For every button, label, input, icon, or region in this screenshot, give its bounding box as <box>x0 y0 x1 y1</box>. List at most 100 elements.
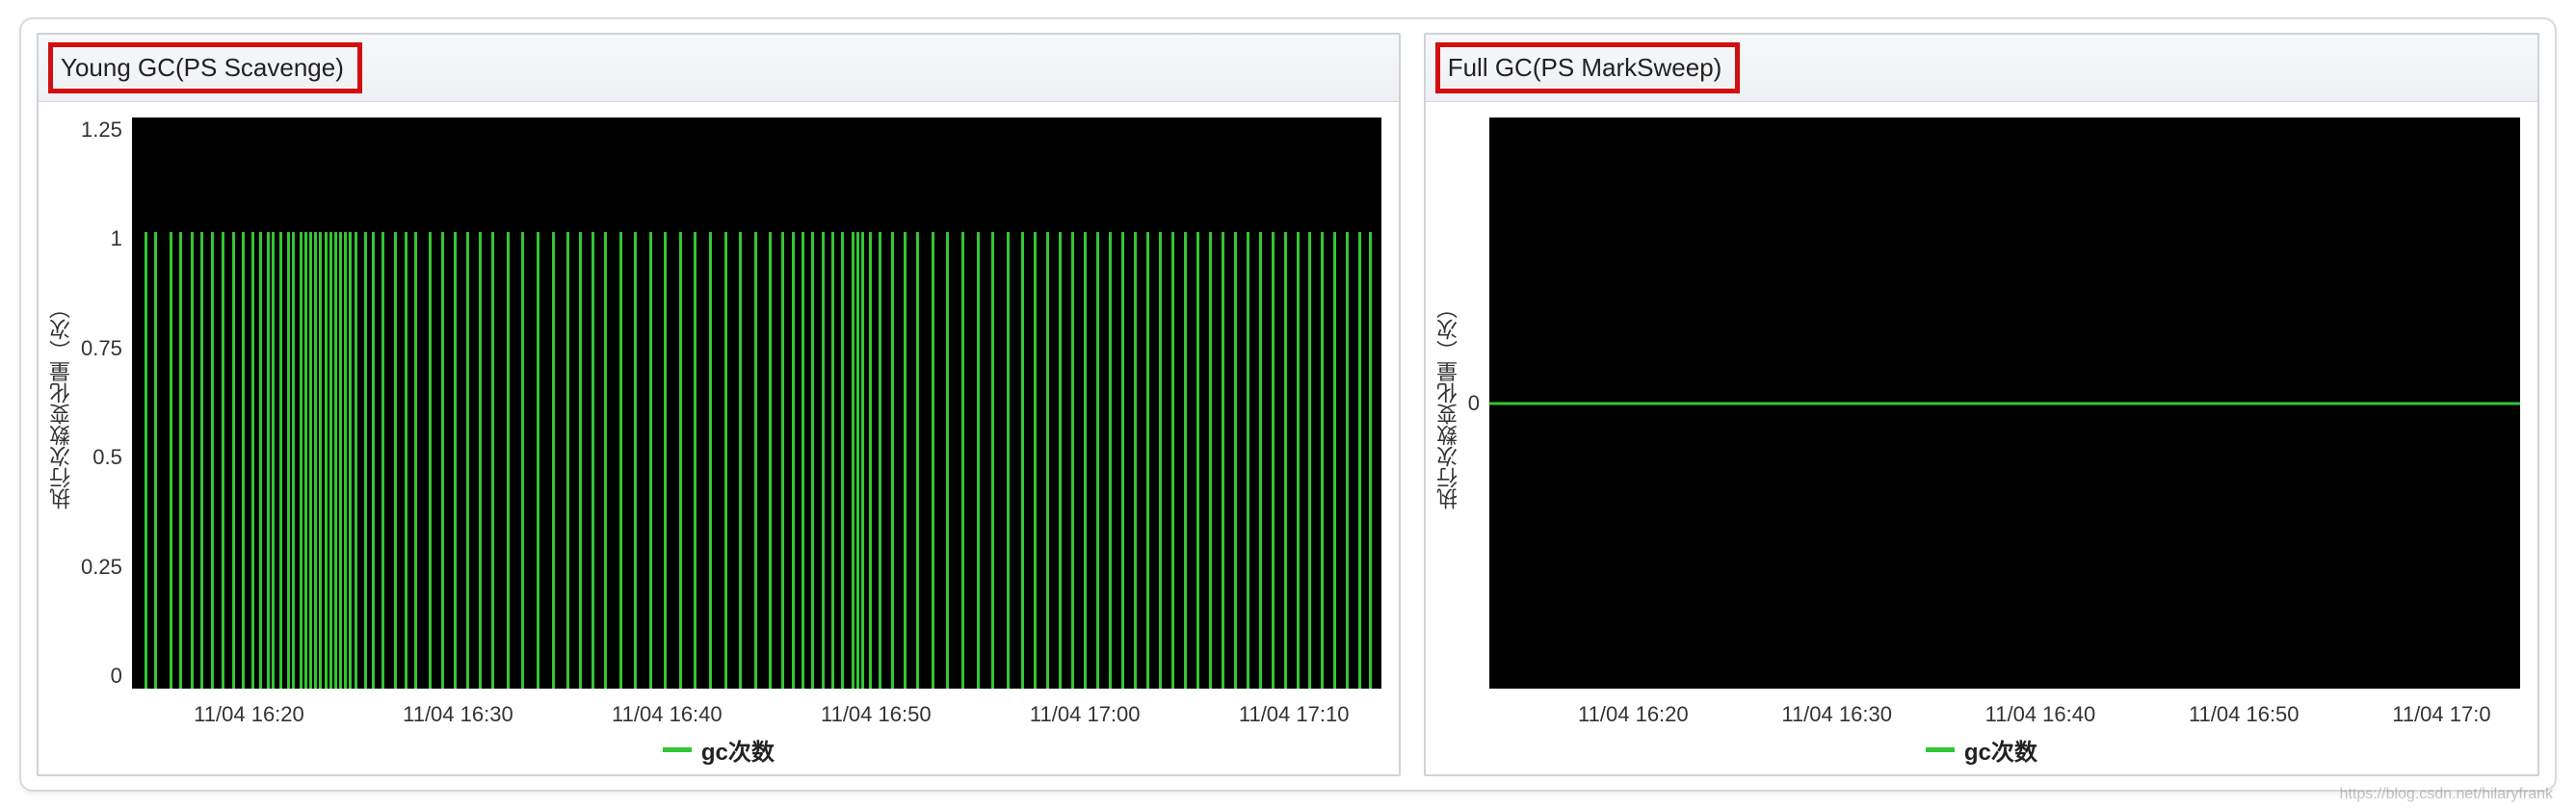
y-tick: 1 <box>111 226 122 251</box>
bar <box>232 232 235 689</box>
x-tick: 11/04 17:10 <box>1239 702 1350 727</box>
bar <box>1096 232 1099 689</box>
bar <box>1171 232 1174 689</box>
bar <box>314 232 317 689</box>
bar <box>1121 232 1124 689</box>
chart-area: 执行次数变化量（次） 0 <box>1426 102 2537 696</box>
bar <box>1184 232 1187 689</box>
bar <box>242 232 245 689</box>
bar <box>394 232 397 689</box>
bar <box>822 232 825 689</box>
legend-swatch-icon <box>663 747 692 752</box>
x-tick: 11/04 17:0 <box>2392 702 2490 727</box>
bar <box>319 232 322 689</box>
x-tick: 11/04 16:40 <box>612 702 723 727</box>
x-tick: 11/04 16:50 <box>2189 702 2300 727</box>
bar <box>325 232 328 689</box>
bar <box>537 232 539 689</box>
panel-header: Full GC(PS MarkSweep) <box>1426 35 2537 102</box>
y-tick: 1.25 <box>81 117 122 143</box>
y-axis-ticks: 0 <box>1468 117 1489 689</box>
bar <box>1272 232 1275 689</box>
bar <box>191 232 194 689</box>
bar <box>344 232 347 689</box>
bar <box>604 232 607 689</box>
bar <box>259 232 262 689</box>
bar <box>381 232 384 689</box>
bar <box>579 232 582 689</box>
bar <box>1346 232 1349 689</box>
bar <box>591 232 594 689</box>
bar <box>441 232 444 689</box>
x-tick: 11/04 16:50 <box>821 702 932 727</box>
bar <box>154 232 157 689</box>
bar <box>329 232 332 689</box>
legend-swatch-icon <box>1926 747 1955 752</box>
bar <box>991 232 994 689</box>
bar <box>339 232 342 689</box>
bar <box>1046 232 1049 689</box>
y-tick: 0 <box>111 664 122 689</box>
bar <box>961 232 964 689</box>
bar <box>309 232 312 689</box>
bar <box>566 232 569 689</box>
y-axis-label: 执行次数变化量（次） <box>42 298 81 509</box>
plot-area <box>132 117 1381 689</box>
bar <box>724 232 727 689</box>
bar <box>1297 232 1300 689</box>
bar <box>916 232 919 689</box>
bar <box>349 232 352 689</box>
bar <box>831 232 834 689</box>
bar <box>1021 232 1024 689</box>
bar <box>1196 232 1199 689</box>
bar <box>1084 232 1087 689</box>
bar <box>1007 232 1010 689</box>
bar <box>891 232 894 689</box>
bar <box>267 232 270 689</box>
bar <box>272 232 275 689</box>
bar <box>454 232 457 689</box>
bar <box>811 232 814 689</box>
y-tick: 0.5 <box>92 445 122 470</box>
chart-area: 执行次数变化量（次） 1.2510.750.50.250 <box>39 102 1399 696</box>
y-axis-label: 执行次数变化量（次） <box>1430 298 1468 509</box>
bar <box>769 232 772 689</box>
bar <box>1209 232 1212 689</box>
bar <box>869 232 872 689</box>
bar <box>1146 232 1149 689</box>
bar <box>649 232 652 689</box>
bar <box>1159 232 1162 689</box>
bar <box>170 232 172 689</box>
bar <box>709 232 712 689</box>
panel-title: Young GC(PS Scavenge) <box>61 53 344 82</box>
bar <box>300 232 302 689</box>
bar <box>1321 232 1324 689</box>
bar <box>364 232 367 689</box>
bar <box>491 232 494 689</box>
bar <box>932 232 934 689</box>
x-axis-row: 11/04 16:2011/04 16:3011/04 16:4011/04 1… <box>1426 696 2537 729</box>
legend-label: gc次数 <box>701 733 775 767</box>
bar <box>1247 232 1249 689</box>
bar <box>429 232 432 689</box>
x-tick: 11/04 16:30 <box>403 702 513 727</box>
y-tick: 0.75 <box>81 336 122 361</box>
bar <box>507 232 510 689</box>
bar <box>1308 232 1311 689</box>
bar <box>334 232 337 689</box>
bar <box>841 232 844 689</box>
bar <box>355 232 357 689</box>
y-axis-label-col: 执行次数变化量（次） <box>1430 117 1468 689</box>
bar <box>304 232 307 689</box>
x-axis-ticks: 11/04 16:2011/04 16:3011/04 16:4011/04 1… <box>145 696 1399 729</box>
bar <box>739 232 742 689</box>
bar <box>634 232 637 689</box>
bar <box>946 232 949 689</box>
bar <box>904 232 907 689</box>
watermark: https://blog.csdn.net/hilaryfrank <box>2340 786 2553 803</box>
bar <box>479 232 482 689</box>
bar <box>222 232 224 689</box>
bar <box>802 232 804 689</box>
bar <box>879 232 881 689</box>
bar <box>694 232 697 689</box>
